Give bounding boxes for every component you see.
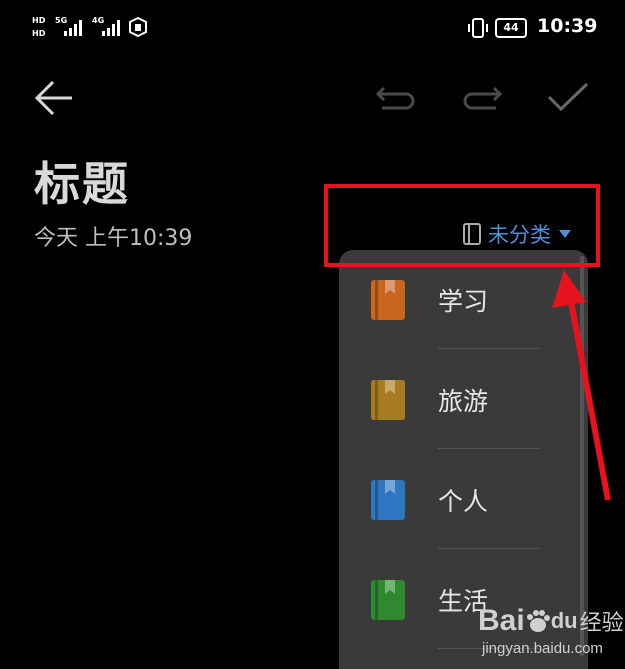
menu-divider [438, 448, 539, 449]
clock: 10:39 [537, 15, 598, 37]
baidu-watermark: Bai du 经验 [478, 604, 624, 638]
hd-label-1: HD [32, 16, 46, 25]
check-icon[interactable] [547, 82, 589, 112]
notebook-icon [371, 380, 405, 420]
notebook-icon [371, 580, 405, 620]
note-date: 今天 上午10:39 [34, 226, 193, 251]
arrow-left-icon[interactable] [34, 78, 74, 118]
annotation-highlight-box [324, 184, 600, 267]
note-title[interactable]: 标题 [34, 148, 130, 214]
status-bar: HD HD 5G 4G 44 10:39 [0, 0, 625, 56]
menu-divider [438, 548, 539, 549]
menu-item-label: 个人 [438, 487, 489, 516]
annotation-arrow-icon [552, 270, 611, 501]
signal-icon-1 [64, 20, 82, 36]
vibrate-icon [468, 18, 488, 38]
hand-icon [129, 17, 147, 37]
notebook-icon [371, 280, 405, 320]
hd-label-2: HD [32, 29, 46, 38]
jingyan-label: 经验 [579, 611, 624, 636]
menu-item-label: 旅游 [438, 387, 489, 416]
undo-icon[interactable] [376, 84, 416, 110]
menu-item-label: 学习 [438, 287, 489, 316]
menu-divider [438, 348, 539, 349]
notebook-icon [371, 480, 405, 520]
baidu-wordmark: Bai [478, 604, 525, 637]
signal-icon-2 [102, 20, 120, 36]
baidu-wordmark-du: du [550, 608, 578, 633]
watermark-url: jingyan.baidu.com [482, 640, 603, 657]
paw-icon [526, 610, 550, 632]
battery-indicator: 44 [495, 18, 527, 38]
redo-icon[interactable] [462, 84, 502, 110]
